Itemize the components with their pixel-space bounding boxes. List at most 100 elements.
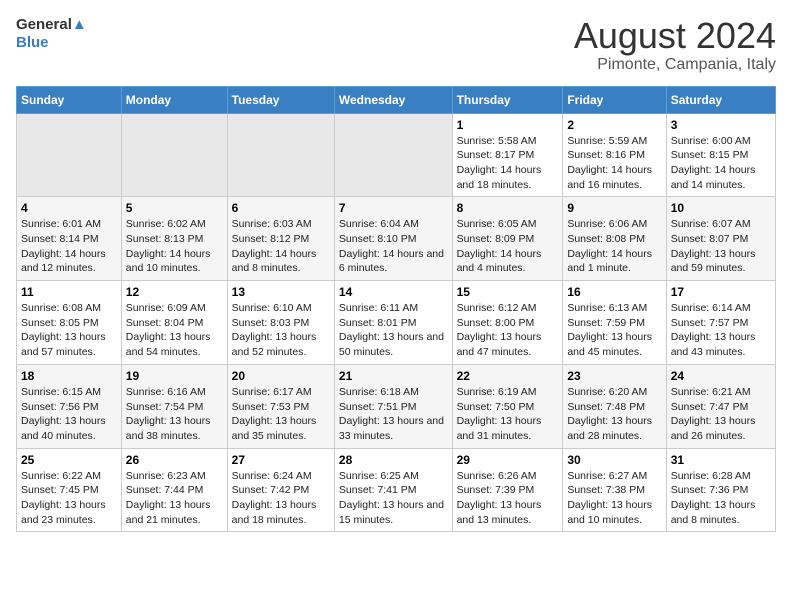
day-info: Sunrise: 6:06 AMSunset: 8:08 PMDaylight:…	[567, 218, 652, 274]
table-row: 22 Sunrise: 6:19 AMSunset: 7:50 PMDaylig…	[452, 364, 563, 448]
day-number: 13	[232, 285, 330, 299]
day-number: 31	[671, 453, 771, 467]
table-row: 15 Sunrise: 6:12 AMSunset: 8:00 PMDaylig…	[452, 281, 563, 365]
day-number: 19	[126, 369, 223, 383]
logo-general: General	[16, 16, 72, 33]
day-info: Sunrise: 6:19 AMSunset: 7:50 PMDaylight:…	[457, 386, 542, 442]
table-row: 13 Sunrise: 6:10 AMSunset: 8:03 PMDaylig…	[227, 281, 334, 365]
logo-blue-text: Blue	[16, 34, 49, 51]
logo-blue: ▲	[72, 16, 87, 33]
table-row: 8 Sunrise: 6:05 AMSunset: 8:09 PMDayligh…	[452, 197, 563, 281]
table-row: 24 Sunrise: 6:21 AMSunset: 7:47 PMDaylig…	[666, 364, 775, 448]
day-number: 10	[671, 201, 771, 215]
day-info: Sunrise: 6:09 AMSunset: 8:04 PMDaylight:…	[126, 302, 211, 358]
table-row: 31 Sunrise: 6:28 AMSunset: 7:36 PMDaylig…	[666, 448, 775, 532]
table-row: 9 Sunrise: 6:06 AMSunset: 8:08 PMDayligh…	[563, 197, 666, 281]
table-row: 17 Sunrise: 6:14 AMSunset: 7:57 PMDaylig…	[666, 281, 775, 365]
day-info: Sunrise: 6:16 AMSunset: 7:54 PMDaylight:…	[126, 386, 211, 442]
day-info: Sunrise: 6:22 AMSunset: 7:45 PMDaylight:…	[21, 470, 106, 526]
day-number: 28	[339, 453, 448, 467]
table-row: 26 Sunrise: 6:23 AMSunset: 7:44 PMDaylig…	[121, 448, 227, 532]
header-thursday: Thursday	[452, 86, 563, 113]
day-number: 4	[21, 201, 117, 215]
logo: General▲ Blue	[16, 16, 87, 51]
day-number: 3	[671, 118, 771, 132]
day-info: Sunrise: 6:24 AMSunset: 7:42 PMDaylight:…	[232, 470, 317, 526]
table-row: 7 Sunrise: 6:04 AMSunset: 8:10 PMDayligh…	[334, 197, 452, 281]
day-info: Sunrise: 6:01 AMSunset: 8:14 PMDaylight:…	[21, 218, 106, 274]
day-info: Sunrise: 6:17 AMSunset: 7:53 PMDaylight:…	[232, 386, 317, 442]
table-row: 23 Sunrise: 6:20 AMSunset: 7:48 PMDaylig…	[563, 364, 666, 448]
day-number: 27	[232, 453, 330, 467]
header-monday: Monday	[121, 86, 227, 113]
table-row: 3 Sunrise: 6:00 AMSunset: 8:15 PMDayligh…	[666, 113, 775, 197]
calendar-week-row: 11 Sunrise: 6:08 AMSunset: 8:05 PMDaylig…	[17, 281, 776, 365]
day-info: Sunrise: 6:10 AMSunset: 8:03 PMDaylight:…	[232, 302, 317, 358]
table-row	[17, 113, 122, 197]
day-number: 1	[457, 118, 559, 132]
table-row: 5 Sunrise: 6:02 AMSunset: 8:13 PMDayligh…	[121, 197, 227, 281]
day-number: 21	[339, 369, 448, 383]
day-info: Sunrise: 5:59 AMSunset: 8:16 PMDaylight:…	[567, 135, 652, 191]
table-row: 18 Sunrise: 6:15 AMSunset: 7:56 PMDaylig…	[17, 364, 122, 448]
page-subtitle: Pimonte, Campania, Italy	[574, 56, 776, 74]
table-row: 30 Sunrise: 6:27 AMSunset: 7:38 PMDaylig…	[563, 448, 666, 532]
day-info: Sunrise: 6:28 AMSunset: 7:36 PMDaylight:…	[671, 470, 756, 526]
table-row	[334, 113, 452, 197]
day-number: 30	[567, 453, 661, 467]
day-number: 15	[457, 285, 559, 299]
table-row: 28 Sunrise: 6:25 AMSunset: 7:41 PMDaylig…	[334, 448, 452, 532]
header-sunday: Sunday	[17, 86, 122, 113]
day-info: Sunrise: 6:04 AMSunset: 8:10 PMDaylight:…	[339, 218, 444, 274]
table-row	[121, 113, 227, 197]
table-row: 29 Sunrise: 6:26 AMSunset: 7:39 PMDaylig…	[452, 448, 563, 532]
table-row: 14 Sunrise: 6:11 AMSunset: 8:01 PMDaylig…	[334, 281, 452, 365]
day-info: Sunrise: 6:08 AMSunset: 8:05 PMDaylight:…	[21, 302, 106, 358]
day-info: Sunrise: 6:03 AMSunset: 8:12 PMDaylight:…	[232, 218, 317, 274]
table-row: 27 Sunrise: 6:24 AMSunset: 7:42 PMDaylig…	[227, 448, 334, 532]
day-info: Sunrise: 6:27 AMSunset: 7:38 PMDaylight:…	[567, 470, 652, 526]
table-row	[227, 113, 334, 197]
header-tuesday: Tuesday	[227, 86, 334, 113]
weekday-header-row: Sunday Monday Tuesday Wednesday Thursday…	[17, 86, 776, 113]
day-info: Sunrise: 6:25 AMSunset: 7:41 PMDaylight:…	[339, 470, 444, 526]
day-number: 17	[671, 285, 771, 299]
table-row: 4 Sunrise: 6:01 AMSunset: 8:14 PMDayligh…	[17, 197, 122, 281]
calendar-week-row: 25 Sunrise: 6:22 AMSunset: 7:45 PMDaylig…	[17, 448, 776, 532]
table-row: 1 Sunrise: 5:58 AMSunset: 8:17 PMDayligh…	[452, 113, 563, 197]
table-row: 2 Sunrise: 5:59 AMSunset: 8:16 PMDayligh…	[563, 113, 666, 197]
day-number: 14	[339, 285, 448, 299]
table-row: 10 Sunrise: 6:07 AMSunset: 8:07 PMDaylig…	[666, 197, 775, 281]
calendar-week-row: 1 Sunrise: 5:58 AMSunset: 8:17 PMDayligh…	[17, 113, 776, 197]
page-title: August 2024	[574, 16, 776, 56]
day-info: Sunrise: 6:18 AMSunset: 7:51 PMDaylight:…	[339, 386, 444, 442]
day-number: 9	[567, 201, 661, 215]
day-number: 26	[126, 453, 223, 467]
day-info: Sunrise: 6:13 AMSunset: 7:59 PMDaylight:…	[567, 302, 652, 358]
day-info: Sunrise: 6:20 AMSunset: 7:48 PMDaylight:…	[567, 386, 652, 442]
calendar-table: Sunday Monday Tuesday Wednesday Thursday…	[16, 86, 776, 533]
day-info: Sunrise: 6:26 AMSunset: 7:39 PMDaylight:…	[457, 470, 542, 526]
table-row: 6 Sunrise: 6:03 AMSunset: 8:12 PMDayligh…	[227, 197, 334, 281]
day-number: 2	[567, 118, 661, 132]
day-number: 23	[567, 369, 661, 383]
calendar-week-row: 4 Sunrise: 6:01 AMSunset: 8:14 PMDayligh…	[17, 197, 776, 281]
day-number: 16	[567, 285, 661, 299]
day-info: Sunrise: 6:05 AMSunset: 8:09 PMDaylight:…	[457, 218, 542, 274]
table-row: 19 Sunrise: 6:16 AMSunset: 7:54 PMDaylig…	[121, 364, 227, 448]
day-number: 22	[457, 369, 559, 383]
day-info: Sunrise: 6:11 AMSunset: 8:01 PMDaylight:…	[339, 302, 444, 358]
day-info: Sunrise: 6:14 AMSunset: 7:57 PMDaylight:…	[671, 302, 756, 358]
day-number: 11	[21, 285, 117, 299]
table-row: 11 Sunrise: 6:08 AMSunset: 8:05 PMDaylig…	[17, 281, 122, 365]
header-saturday: Saturday	[666, 86, 775, 113]
table-row: 21 Sunrise: 6:18 AMSunset: 7:51 PMDaylig…	[334, 364, 452, 448]
table-row: 25 Sunrise: 6:22 AMSunset: 7:45 PMDaylig…	[17, 448, 122, 532]
day-number: 18	[21, 369, 117, 383]
table-row: 12 Sunrise: 6:09 AMSunset: 8:04 PMDaylig…	[121, 281, 227, 365]
day-info: Sunrise: 6:00 AMSunset: 8:15 PMDaylight:…	[671, 135, 756, 191]
day-info: Sunrise: 5:58 AMSunset: 8:17 PMDaylight:…	[457, 135, 542, 191]
day-number: 12	[126, 285, 223, 299]
day-number: 25	[21, 453, 117, 467]
day-number: 29	[457, 453, 559, 467]
